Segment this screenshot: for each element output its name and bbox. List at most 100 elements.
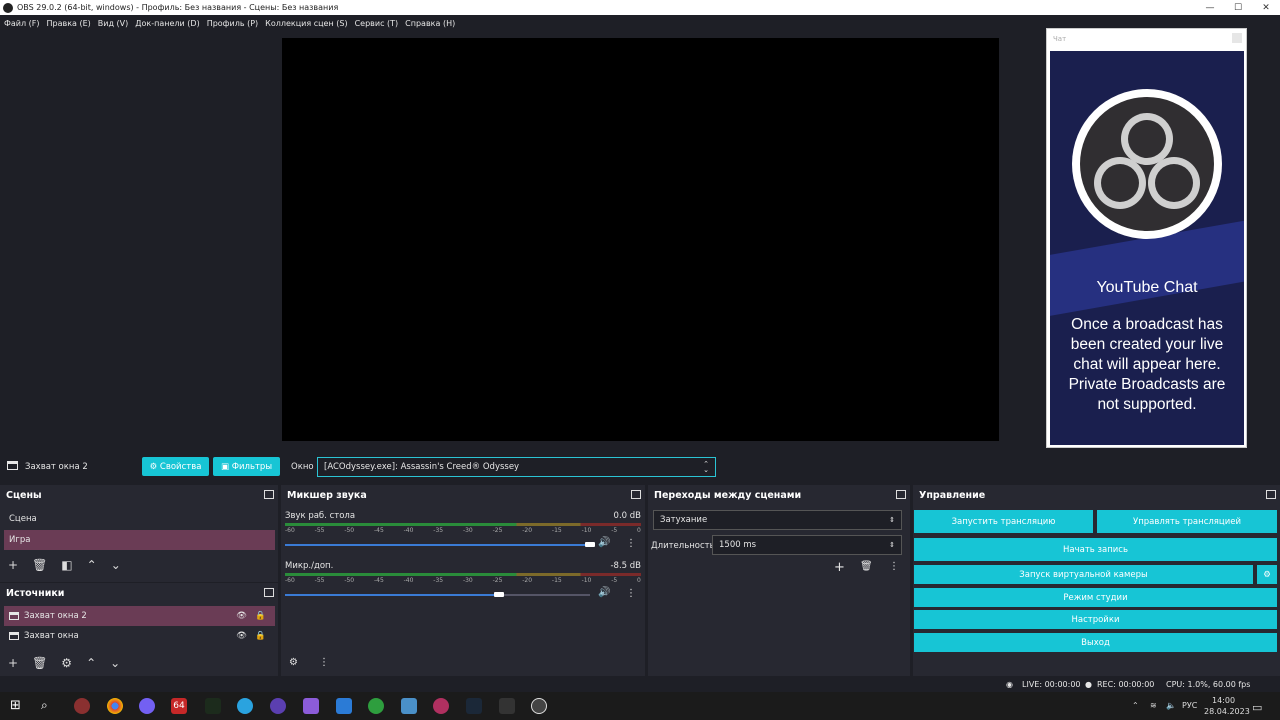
- filter-icon[interactable]: ◧: [61, 558, 72, 572]
- chat-dock-close-button[interactable]: [1232, 33, 1242, 43]
- virtual-camera-button[interactable]: Запуск виртуальной камеры: [914, 565, 1253, 584]
- app-icon[interactable]: [303, 698, 319, 714]
- gear-icon[interactable]: ⚙: [289, 657, 298, 668]
- properties-button[interactable]: ⚙ Свойства: [142, 457, 209, 476]
- virtual-camera-settings-button[interactable]: ⚙: [1257, 565, 1277, 584]
- window-capture-icon: [9, 632, 19, 640]
- scene-item[interactable]: Сцена: [4, 509, 275, 529]
- start-record-button[interactable]: Начать запись: [914, 538, 1277, 561]
- trash-icon[interactable]: 🗑: [32, 558, 47, 572]
- chat-heading: YouTube Chat: [1096, 279, 1198, 296]
- app-icon[interactable]: [401, 698, 417, 714]
- source-item[interactable]: Захват окна 2 👁 🔒: [4, 606, 275, 626]
- undock-icon[interactable]: [896, 490, 906, 499]
- filter-icon: ▣: [220, 461, 232, 472]
- trash-icon[interactable]: 🗑: [32, 656, 47, 670]
- obs-taskbar-icon[interactable]: [531, 698, 547, 714]
- menu-view[interactable]: Вид (V): [98, 19, 128, 28]
- chevron-down-icon[interactable]: ⌄: [110, 656, 120, 670]
- app-icon[interactable]: [336, 698, 352, 714]
- window-select[interactable]: [ACOdyssey.exe]: Assassin's Creed® Odyss…: [317, 457, 716, 477]
- trash-icon[interactable]: 🗑: [860, 561, 873, 572]
- speaker-icon[interactable]: 🔊: [598, 587, 610, 598]
- menu-edit[interactable]: Правка (E): [47, 19, 91, 28]
- scenes-dock: Сцены Сцена Игра + 🗑 ◧ ⌃ ⌄: [0, 485, 278, 582]
- kebab-menu-icon[interactable]: ⋮: [319, 657, 329, 668]
- title-bar: OBS 29.0.2 (64-bit, windows) - Профиль: …: [0, 0, 1280, 15]
- source-item[interactable]: Захват окна 👁 🔒: [4, 626, 275, 646]
- obs-logo-icon: [3, 2, 13, 13]
- eye-icon[interactable]: 👁: [236, 611, 247, 621]
- xbox-icon[interactable]: [368, 698, 384, 714]
- windows-start-icon[interactable]: ⊞: [10, 698, 26, 714]
- chevron-up-icon[interactable]: ⌃: [86, 656, 96, 670]
- search-icon[interactable]: ⌕: [41, 698, 57, 714]
- telegram-icon[interactable]: [237, 698, 253, 714]
- app-icon[interactable]: [205, 698, 221, 714]
- eye-icon[interactable]: 👁: [236, 631, 247, 641]
- app-icon[interactable]: [74, 698, 90, 714]
- status-bar: ◉ LIVE: 00:00:00 ● REC: 00:00:00 CPU: 1.…: [0, 678, 1280, 692]
- chevron-down-icon[interactable]: ⌄: [111, 558, 121, 572]
- wifi-icon[interactable]: ≋: [1150, 701, 1157, 710]
- studio-mode-button[interactable]: Режим студии: [914, 588, 1277, 607]
- close-button[interactable]: ✕: [1252, 3, 1280, 13]
- window-title: OBS 29.0.2 (64-bit, windows) - Профиль: …: [17, 3, 339, 12]
- chevron-up-icon[interactable]: ⌃: [1132, 701, 1139, 710]
- lock-icon[interactable]: 🔒: [255, 631, 266, 641]
- volume-slider[interactable]: [285, 544, 590, 546]
- speaker-icon[interactable]: 🔈: [1166, 701, 1176, 710]
- window-capture-icon: [7, 461, 18, 470]
- steam-icon[interactable]: [466, 698, 482, 714]
- kebab-menu-icon[interactable]: ⋮: [626, 588, 636, 599]
- viber-icon[interactable]: [139, 698, 155, 714]
- gear-icon[interactable]: ⚙: [61, 656, 72, 670]
- minimize-button[interactable]: —: [1196, 3, 1224, 13]
- add-icon[interactable]: +: [834, 560, 845, 575]
- chrome-icon[interactable]: [107, 698, 123, 714]
- lock-icon[interactable]: 🔒: [255, 611, 266, 621]
- transition-select[interactable]: Затухание ⇕: [653, 510, 902, 530]
- updown-arrow-icon: ⇕: [889, 516, 895, 524]
- add-icon[interactable]: +: [8, 558, 18, 572]
- duration-spinbox[interactable]: 1500 ms ⇕: [712, 535, 902, 555]
- manage-stream-button[interactable]: Управлять трансляцией: [1097, 510, 1277, 533]
- menu-file[interactable]: Файл (F): [4, 19, 40, 28]
- undock-icon[interactable]: [264, 490, 274, 499]
- controls-title: Управление: [919, 490, 986, 501]
- chevron-up-icon[interactable]: ⌃: [87, 558, 97, 572]
- preview-canvas[interactable]: [282, 38, 999, 441]
- settings-button[interactable]: Настройки: [914, 610, 1277, 629]
- exit-button[interactable]: Выход: [914, 633, 1277, 652]
- kebab-menu-icon[interactable]: ⋮: [626, 538, 636, 549]
- filters-button[interactable]: ▣ Фильтры: [213, 457, 280, 476]
- gear-icon: ⚙: [149, 461, 160, 472]
- menu-profile[interactable]: Профиль (P): [207, 19, 258, 28]
- add-icon[interactable]: +: [8, 656, 18, 670]
- menu-tools[interactable]: Сервис (T): [355, 19, 399, 28]
- aida64-icon[interactable]: 64: [171, 698, 187, 714]
- language-indicator[interactable]: РУС: [1182, 701, 1197, 710]
- cpu-status: CPU: 1.0%, 60.00 fps: [1166, 680, 1251, 689]
- menu-scene-collection[interactable]: Коллекция сцен (S): [265, 19, 347, 28]
- undock-icon[interactable]: [1266, 490, 1276, 499]
- speaker-icon[interactable]: 🔊: [598, 537, 610, 548]
- kebab-menu-icon[interactable]: ⋮: [889, 561, 899, 572]
- rec-icon: ●: [1085, 680, 1092, 689]
- volume-slider[interactable]: [285, 594, 499, 596]
- undock-icon[interactable]: [631, 490, 641, 499]
- notifications-icon[interactable]: ▭: [1252, 701, 1262, 714]
- volume-slider-handle[interactable]: [585, 542, 595, 547]
- app-icon[interactable]: [270, 698, 286, 714]
- menu-help[interactable]: Справка (H): [405, 19, 455, 28]
- menu-docks[interactable]: Док-панели (D): [135, 19, 199, 28]
- mixer-title: Микшер звука: [287, 490, 367, 501]
- controls-dock: Управление Запустить трансляцию Управлят…: [913, 485, 1280, 676]
- app-icon[interactable]: [433, 698, 449, 714]
- start-stream-button[interactable]: Запустить трансляцию: [914, 510, 1093, 533]
- undock-icon[interactable]: [264, 588, 274, 597]
- maximize-button[interactable]: ☐: [1224, 3, 1252, 13]
- app-icon[interactable]: [499, 698, 515, 714]
- scene-item[interactable]: Игра: [4, 530, 275, 550]
- volume-slider-handle[interactable]: [494, 592, 504, 597]
